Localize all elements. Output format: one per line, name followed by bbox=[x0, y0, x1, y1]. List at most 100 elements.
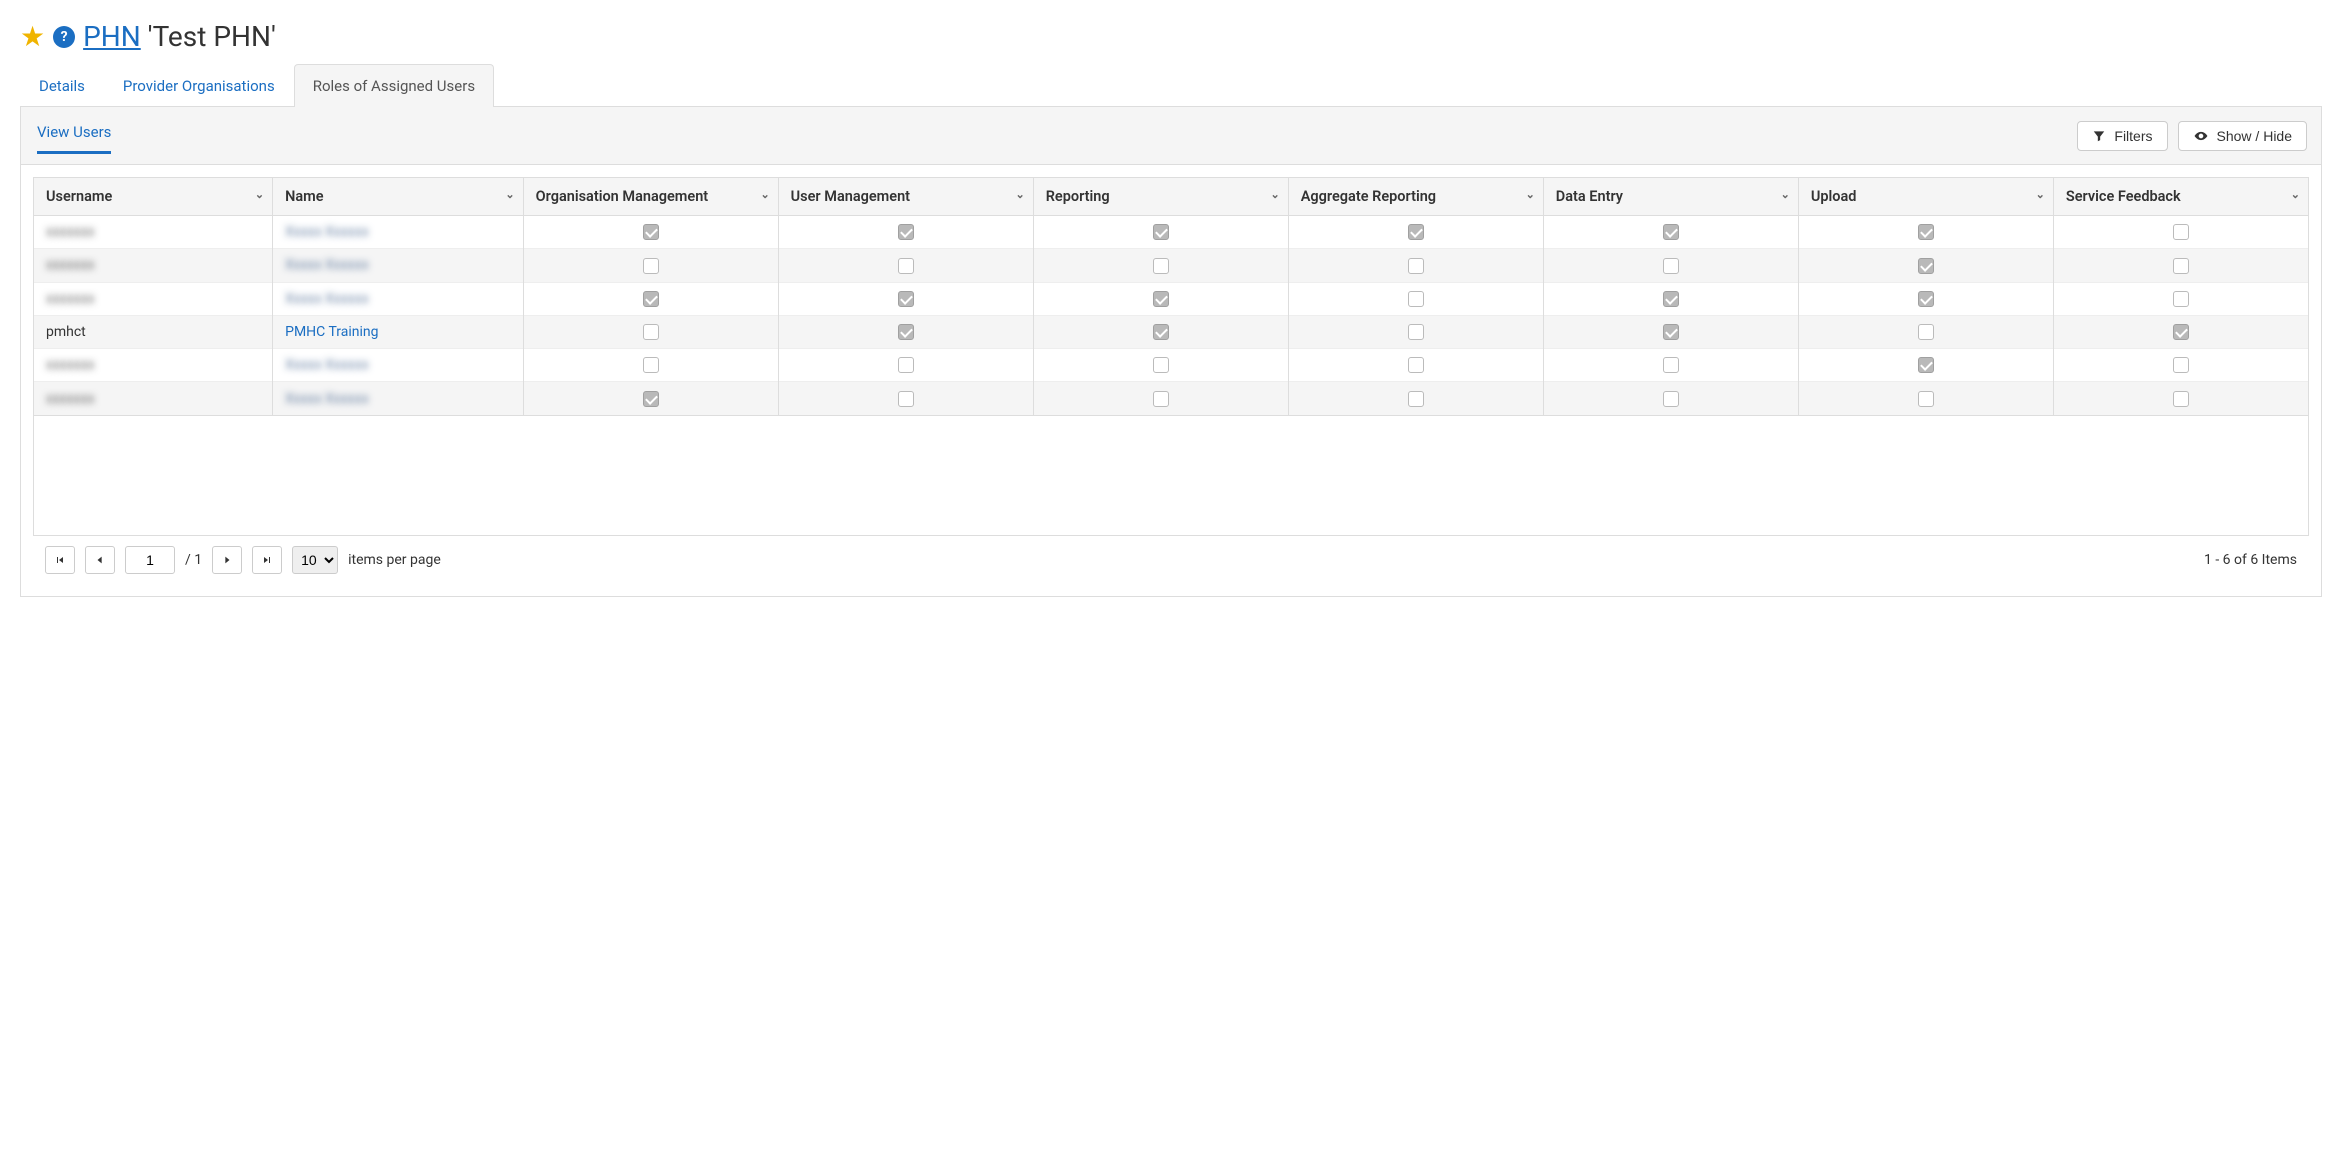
checkbox-icon[interactable] bbox=[1918, 391, 1934, 407]
checkbox-icon[interactable] bbox=[2173, 324, 2189, 340]
table-row[interactable]: xxxxxxxXxxxx Xxxxxx bbox=[34, 382, 2309, 415]
checkbox-icon[interactable] bbox=[2173, 357, 2189, 373]
checkbox-icon[interactable] bbox=[1663, 224, 1679, 240]
checkbox-icon[interactable] bbox=[1918, 224, 1934, 240]
cell-role bbox=[1033, 382, 1288, 415]
checkbox-icon[interactable] bbox=[898, 357, 914, 373]
tab-provider-organisations[interactable]: Provider Organisations bbox=[104, 64, 294, 107]
col-username[interactable]: Username⌄ bbox=[34, 178, 273, 216]
checkbox-icon[interactable] bbox=[1153, 224, 1169, 240]
chevron-down-icon[interactable]: ⌄ bbox=[505, 188, 514, 201]
table-row[interactable]: xxxxxxxXxxxx Xxxxxx bbox=[34, 282, 2309, 315]
checkbox-icon[interactable] bbox=[1408, 324, 1424, 340]
checkbox-icon[interactable] bbox=[2173, 224, 2189, 240]
users-table: Username⌄ Name⌄ Organisation Management⌄… bbox=[33, 177, 2309, 416]
subtab-view-users[interactable]: View Users bbox=[37, 117, 111, 154]
title-suffix: 'Test PHN' bbox=[141, 20, 276, 53]
checkbox-icon[interactable] bbox=[1663, 391, 1679, 407]
col-user-mgmt[interactable]: User Management⌄ bbox=[778, 178, 1033, 216]
col-org-mgmt[interactable]: Organisation Management⌄ bbox=[523, 178, 778, 216]
table-row[interactable]: xxxxxxxXxxxx Xxxxxx bbox=[34, 216, 2309, 249]
checkbox-icon[interactable] bbox=[1408, 258, 1424, 274]
checkbox-icon[interactable] bbox=[1408, 291, 1424, 307]
checkbox-icon[interactable] bbox=[898, 224, 914, 240]
checkbox-icon[interactable] bbox=[898, 258, 914, 274]
chevron-down-icon[interactable]: ⌄ bbox=[2036, 188, 2045, 201]
pager-prev-button[interactable] bbox=[85, 546, 115, 574]
pager-last-button[interactable] bbox=[252, 546, 282, 574]
show-hide-button[interactable]: Show / Hide bbox=[2178, 121, 2307, 151]
checkbox-icon[interactable] bbox=[2173, 291, 2189, 307]
checkbox-icon[interactable] bbox=[1153, 357, 1169, 373]
checkbox-icon[interactable] bbox=[1918, 324, 1934, 340]
cell-username: pmhct bbox=[34, 315, 273, 348]
checkbox-icon[interactable] bbox=[1663, 291, 1679, 307]
table-row[interactable]: xxxxxxxXxxxx Xxxxxx bbox=[34, 349, 2309, 382]
checkbox-icon[interactable] bbox=[1153, 391, 1169, 407]
checkbox-icon[interactable] bbox=[1663, 258, 1679, 274]
toolbar: View Users Filters Show / Hide bbox=[21, 107, 2321, 165]
checkbox-icon[interactable] bbox=[1408, 357, 1424, 373]
checkbox-icon[interactable] bbox=[2173, 391, 2189, 407]
cell-name[interactable]: Xxxxx Xxxxxx bbox=[273, 249, 524, 282]
table-row[interactable]: pmhctPMHC Training bbox=[34, 315, 2309, 348]
cell-role bbox=[2053, 349, 2308, 382]
checkbox-icon[interactable] bbox=[643, 258, 659, 274]
col-aggregate-reporting[interactable]: Aggregate Reporting⌄ bbox=[1288, 178, 1543, 216]
cell-name[interactable]: Xxxxx Xxxxxx bbox=[273, 349, 524, 382]
checkbox-icon[interactable] bbox=[643, 291, 659, 307]
chevron-down-icon[interactable]: ⌄ bbox=[255, 188, 264, 201]
chevron-down-icon[interactable]: ⌄ bbox=[760, 188, 769, 201]
chevron-down-icon[interactable]: ⌄ bbox=[1015, 188, 1024, 201]
cell-name[interactable]: Xxxxx Xxxxxx bbox=[273, 382, 524, 415]
cell-name[interactable]: PMHC Training bbox=[273, 315, 524, 348]
table-row[interactable]: xxxxxxxXxxxx Xxxxxx bbox=[34, 249, 2309, 282]
pager-first-button[interactable] bbox=[45, 546, 75, 574]
cell-name[interactable]: Xxxxx Xxxxxx bbox=[273, 216, 524, 249]
cell-role bbox=[778, 315, 1033, 348]
checkbox-icon[interactable] bbox=[1918, 291, 1934, 307]
col-data-entry[interactable]: Data Entry⌄ bbox=[1543, 178, 1798, 216]
checkbox-icon[interactable] bbox=[643, 324, 659, 340]
col-reporting[interactable]: Reporting⌄ bbox=[1033, 178, 1288, 216]
tab-details[interactable]: Details bbox=[20, 64, 104, 107]
checkbox-icon[interactable] bbox=[1153, 258, 1169, 274]
checkbox-icon[interactable] bbox=[643, 224, 659, 240]
tab-roles-of-assigned-users[interactable]: Roles of Assigned Users bbox=[294, 64, 494, 107]
col-service-feedback[interactable]: Service Feedback⌄ bbox=[2053, 178, 2308, 216]
checkbox-icon[interactable] bbox=[643, 357, 659, 373]
checkbox-icon[interactable] bbox=[1663, 357, 1679, 373]
checkbox-icon[interactable] bbox=[1663, 324, 1679, 340]
phn-link[interactable]: PHN bbox=[83, 20, 141, 53]
cell-role bbox=[1033, 349, 1288, 382]
page-input[interactable] bbox=[125, 546, 175, 574]
checkbox-icon[interactable] bbox=[898, 291, 914, 307]
chevron-down-icon[interactable]: ⌄ bbox=[1526, 188, 1535, 201]
checkbox-icon[interactable] bbox=[1153, 324, 1169, 340]
page-size-select[interactable]: 10 bbox=[292, 546, 338, 574]
checkbox-icon[interactable] bbox=[1918, 258, 1934, 274]
chevron-down-icon[interactable]: ⌄ bbox=[1271, 188, 1280, 201]
chevron-down-icon[interactable]: ⌄ bbox=[2291, 188, 2300, 201]
filters-button[interactable]: Filters bbox=[2077, 121, 2167, 151]
page-header: ★ ? PHN 'Test PHN' bbox=[20, 20, 2322, 53]
pager-next-button[interactable] bbox=[212, 546, 242, 574]
checkbox-icon[interactable] bbox=[1408, 224, 1424, 240]
checkbox-icon[interactable] bbox=[1408, 391, 1424, 407]
checkbox-icon[interactable] bbox=[898, 391, 914, 407]
col-upload[interactable]: Upload⌄ bbox=[1798, 178, 2053, 216]
checkbox-icon[interactable] bbox=[898, 324, 914, 340]
cell-name[interactable]: Xxxxx Xxxxxx bbox=[273, 282, 524, 315]
help-icon[interactable]: ? bbox=[53, 26, 75, 48]
checkbox-icon[interactable] bbox=[1153, 291, 1169, 307]
star-icon[interactable]: ★ bbox=[20, 23, 45, 51]
cell-role bbox=[523, 216, 778, 249]
cell-role bbox=[1798, 382, 2053, 415]
checkbox-icon[interactable] bbox=[643, 391, 659, 407]
chevron-down-icon[interactable]: ⌄ bbox=[1781, 188, 1790, 201]
cell-role bbox=[1798, 216, 2053, 249]
cell-role bbox=[523, 315, 778, 348]
checkbox-icon[interactable] bbox=[2173, 258, 2189, 274]
col-name[interactable]: Name⌄ bbox=[273, 178, 524, 216]
checkbox-icon[interactable] bbox=[1918, 357, 1934, 373]
